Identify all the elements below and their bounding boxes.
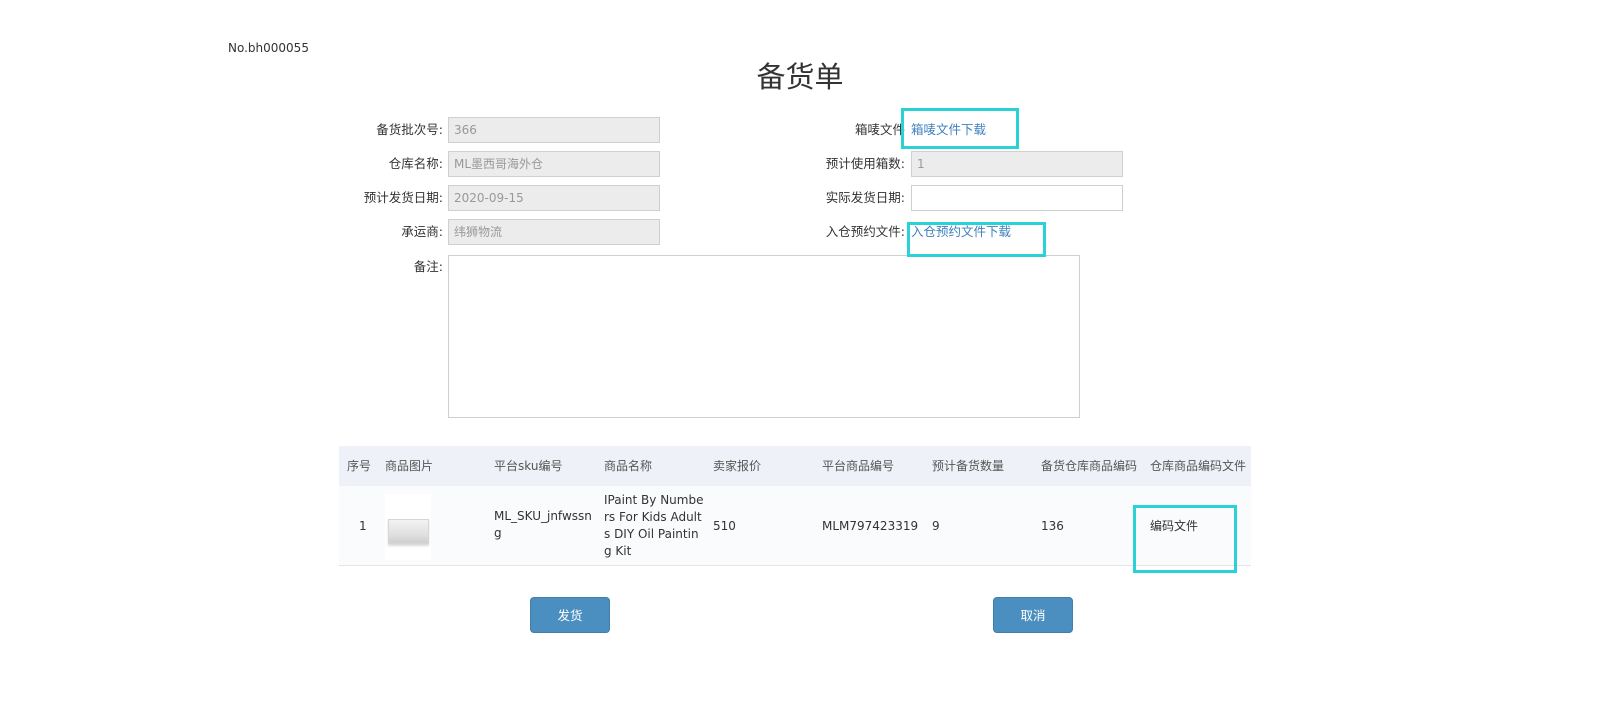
row-sku: ML_SKU_jnfwssng: [494, 509, 592, 540]
est-boxes-field[interactable]: 1: [911, 151, 1123, 177]
stock-order-page: No.bh000055 备货单 备货批次号: 366 仓库名称: ML墨西哥海外…: [0, 0, 1600, 720]
page-title: 备货单: [756, 60, 844, 94]
warehouse-field[interactable]: ML墨西哥海外仓: [448, 151, 660, 177]
row-qty: 9: [932, 519, 940, 533]
row-name: IPaint By Numbers For Kids Adults DIY Oi…: [604, 493, 704, 558]
col-sku-header: 平台sku编号: [494, 459, 563, 473]
batch-no-field[interactable]: 366: [448, 117, 660, 143]
code-file-link[interactable]: 编码文件: [1150, 486, 1198, 566]
col-index-header: 序号: [347, 459, 372, 473]
row-wh-code: 136: [1041, 519, 1064, 533]
box-label-download-link[interactable]: 箱唛文件下载: [911, 117, 986, 143]
inbound-appt-file-label: 入仓预约文件:: [825, 224, 905, 239]
ship-button[interactable]: 发货: [530, 597, 610, 633]
row-price: 510: [713, 519, 736, 533]
table-row: 1 ML_SKU_jnfwssng IPaint By Numbers For …: [339, 486, 1251, 566]
cancel-button[interactable]: 取消: [993, 597, 1073, 633]
product-image[interactable]: [385, 494, 431, 560]
col-name-header: 商品名称: [604, 459, 653, 473]
col-image-header: 商品图片: [385, 459, 434, 473]
table-header: 序号 商品图片 平台sku编号 商品名称 卖家报价 平台商品编号 预计备货数量 …: [339, 446, 1251, 486]
col-qty-header: 预计备货数量: [932, 459, 1005, 473]
col-wh-code-header: 备货仓库商品编码: [1041, 459, 1138, 473]
col-platform-no-header: 平台商品编号: [822, 459, 895, 473]
box-label-file-label: 箱唛文件: [854, 122, 905, 137]
carrier-label: 承运商:: [401, 224, 443, 239]
remark-textarea[interactable]: [448, 255, 1080, 418]
row-index: 1: [359, 519, 367, 533]
est-ship-date-field[interactable]: 2020-09-15: [448, 185, 660, 211]
batch-no-label: 备货批次号:: [376, 122, 443, 137]
warehouse-label: 仓库名称:: [388, 156, 443, 171]
actual-ship-date-label: 实际发货日期:: [825, 190, 905, 205]
document-number: No.bh000055: [228, 41, 309, 55]
actual-ship-date-field[interactable]: [911, 185, 1123, 211]
row-platform-no: MLM797423319: [822, 519, 919, 533]
remark-label: 备注:: [413, 259, 443, 274]
est-ship-date-label: 预计发货日期:: [363, 190, 443, 205]
carrier-field[interactable]: 纬狮物流: [448, 219, 660, 245]
col-code-file-header: 仓库商品编码文件: [1150, 459, 1247, 473]
est-boxes-label: 预计使用箱数:: [825, 156, 905, 171]
inbound-appt-download-link[interactable]: 入仓预约文件下载: [911, 219, 1011, 245]
col-price-header: 卖家报价: [713, 459, 762, 473]
